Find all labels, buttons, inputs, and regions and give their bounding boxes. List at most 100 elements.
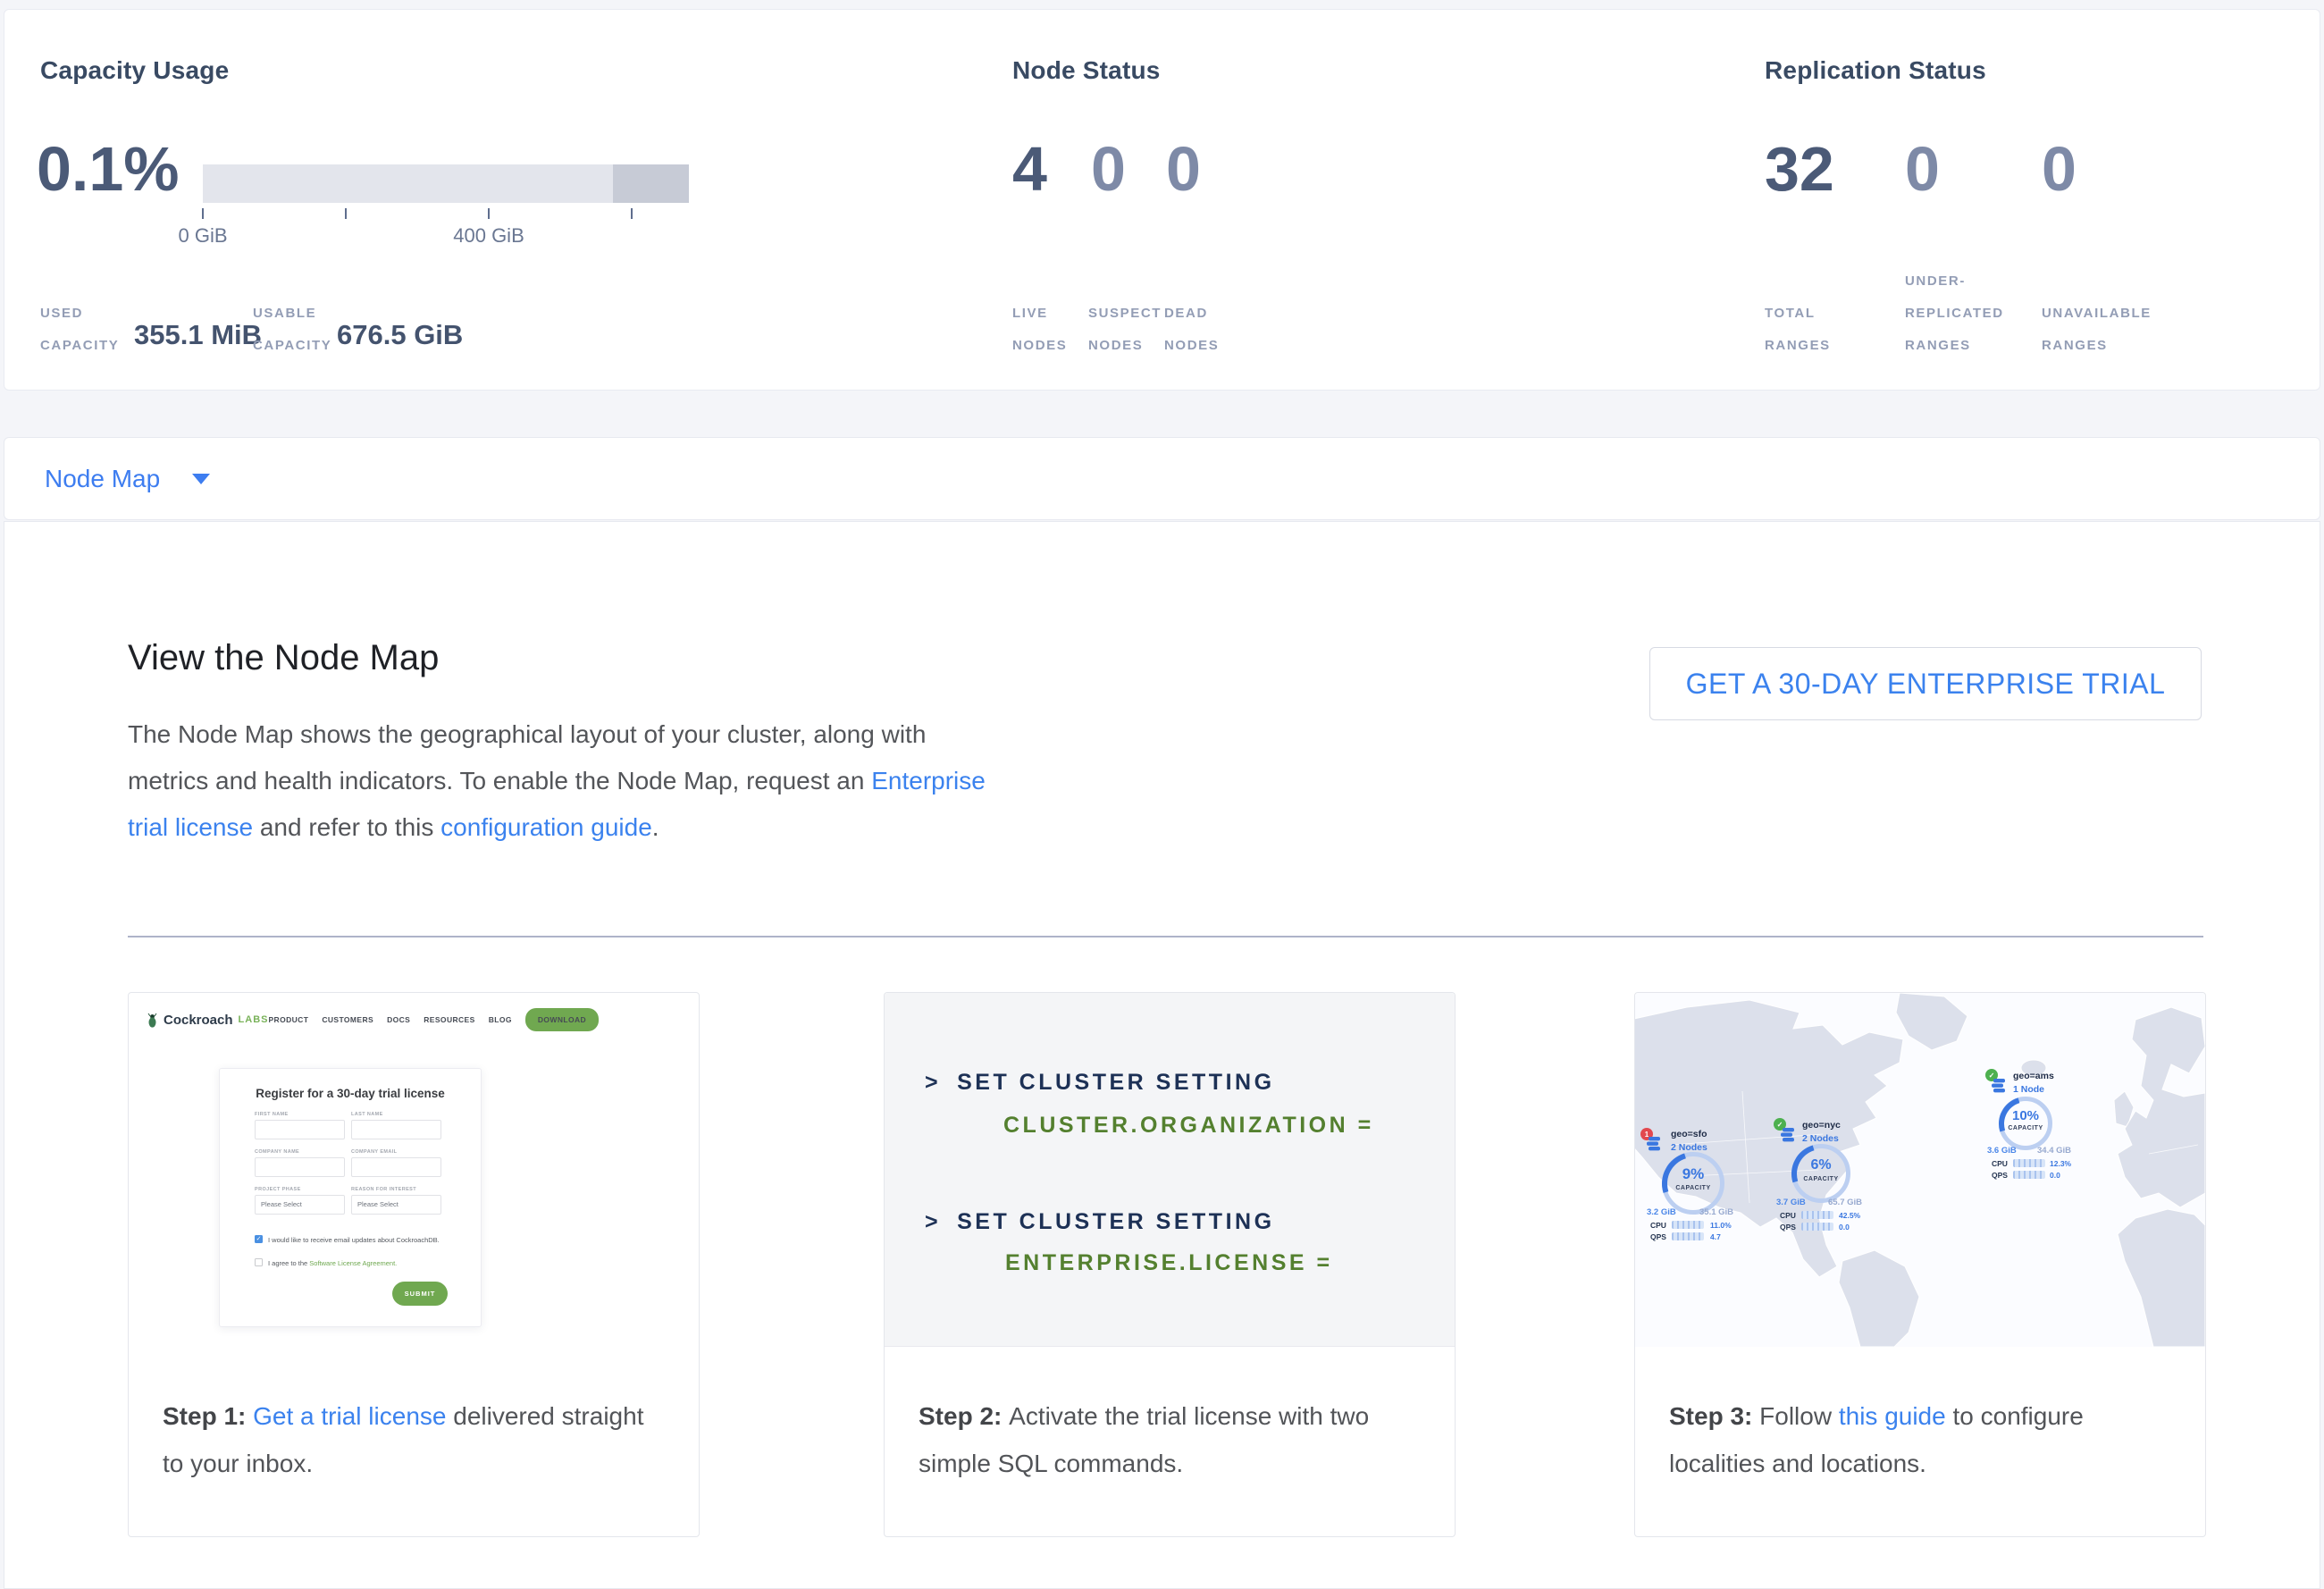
total-ranges-label: TOTAL RANGES <box>1765 298 1831 362</box>
field-label: FIRST NAME <box>255 1112 289 1117</box>
promo-line-3-end: . <box>652 813 659 841</box>
qps-sparkline <box>1801 1223 1833 1231</box>
sql-setting: ENTERPRISE.LICENSE = <box>1005 1250 1333 1276</box>
cluster-summary-bar: Capacity Usage 0.1% 0 GiB 400 GiB USED C… <box>4 9 2320 391</box>
promo-description: The Node Map shows the geographical layo… <box>128 711 1003 851</box>
axis-tick <box>631 208 633 219</box>
axis-tick <box>202 208 204 219</box>
node-status-title: Node Status <box>1012 56 1161 85</box>
locality-node-count: 2 Nodes <box>1671 1142 1707 1153</box>
capacity-percent: 9% <box>1662 1165 1724 1183</box>
text-input <box>351 1157 441 1177</box>
capacity-percent: 6% <box>1791 1157 1850 1173</box>
cpu-value: 11.0% <box>1710 1221 1732 1230</box>
step-3-caption: Step 3: Follow this guide to configure l… <box>1635 1348 2205 1536</box>
step-number: Step 3: <box>1669 1402 1759 1430</box>
capacity-total-gib: 35.1 GiB <box>1699 1207 1733 1217</box>
sql-setting: CLUSTER.ORGANIZATION = <box>1003 1113 1374 1139</box>
cpu-label: CPU <box>1780 1211 1796 1220</box>
field-label: COMPANY EMAIL <box>351 1149 397 1155</box>
axis-tick-label: 0 GiB <box>149 224 256 248</box>
capacity-used-percent: 0.1% <box>37 133 180 205</box>
cpu-sparkline <box>1672 1221 1704 1229</box>
agree-text: I agree to the <box>268 1259 309 1267</box>
used-capacity-value: 355.1 MiB <box>134 319 262 351</box>
sql-statement: SET CLUSTER SETTING <box>957 1209 1274 1234</box>
field-label: REASON FOR INTEREST <box>351 1187 416 1192</box>
promo-line-3: and refer to this <box>253 813 440 841</box>
step-number: Step 1: <box>163 1402 253 1430</box>
locality-name: geo=ams <box>2013 1071 2054 1081</box>
under-replicated-label: UNDER- REPLICATED RANGES <box>1905 265 2004 362</box>
axis-tick-label: 400 GiB <box>435 224 542 248</box>
cpu-sparkline <box>2013 1159 2045 1167</box>
qps-value: 4.7 <box>1710 1232 1721 1241</box>
configuration-guide-link[interactable]: configuration guide <box>440 813 652 841</box>
get-trial-license-link[interactable]: Get a trial license <box>253 1402 446 1430</box>
capacity-label: CAPACITY <box>1662 1185 1724 1191</box>
unavailable-count: 0 <box>2042 133 2076 205</box>
capacity-label: CAPACITY <box>1791 1176 1850 1182</box>
capacity-total-gib: 34.4 GiB <box>2037 1146 2071 1156</box>
text-input <box>351 1120 441 1139</box>
replication-status-title: Replication Status <box>1765 56 1986 85</box>
suspect-nodes-count: 0 <box>1091 133 1126 205</box>
get-enterprise-trial-button[interactable]: GET A 30-DAY ENTERPRISE TRIAL <box>1649 647 2202 720</box>
promo-line-1: The Node Map shows the geographical layo… <box>128 720 926 748</box>
node-map-promo-panel: View the Node Map The Node Map shows the… <box>4 521 2320 1589</box>
sql-statement: SET CLUSTER SETTING <box>957 1070 1274 1095</box>
enterprise-trial-license-link[interactable]: Enterprise <box>871 767 986 794</box>
cockroach-labs-logo: Cockroach LABS <box>147 1013 268 1028</box>
text-input <box>255 1157 345 1177</box>
axis-tick <box>488 208 490 219</box>
step-2-card: > SET CLUSTER SETTING CLUSTER.ORGANIZATIO… <box>884 992 1456 1537</box>
used-capacity-label: USED CAPACITY <box>40 298 119 362</box>
form-title: Register for a 30-day trial license <box>220 1087 481 1100</box>
view-selector-dropdown[interactable]: Node Map <box>4 437 2320 520</box>
total-ranges-count: 32 <box>1765 133 1834 205</box>
cpu-value: 12.3% <box>2050 1159 2071 1168</box>
cpu-label: CPU <box>1650 1221 1666 1230</box>
promo-line-2: metrics and health indicators. To enable… <box>128 767 871 794</box>
dead-nodes-label: DEAD NODES <box>1164 298 1219 362</box>
locality-name: geo=nyc <box>1802 1120 1841 1131</box>
suspect-nodes-label: SUSPECT NODES <box>1088 298 1162 362</box>
checkbox-label: I would like to receive email updates ab… <box>268 1236 465 1244</box>
database-icon <box>1992 1079 2007 1093</box>
usable-capacity-label: USABLE CAPACITY <box>253 298 331 362</box>
select-input: Please Select <box>255 1195 345 1215</box>
locality-node-count: 2 Nodes <box>1802 1133 1839 1144</box>
qps-sparkline <box>2013 1171 2045 1179</box>
checkbox-unchecked <box>255 1258 263 1266</box>
qps-label: QPS <box>1780 1223 1796 1232</box>
chevron-down-icon[interactable] <box>192 474 210 484</box>
sql-prompt: > <box>925 1209 941 1234</box>
section-divider <box>128 936 2203 937</box>
sql-commands-image: > SET CLUSTER SETTING CLUSTER.ORGANIZATIO… <box>885 993 1455 1347</box>
checkbox-checked: ✓ <box>255 1235 263 1243</box>
capacity-used-gib: 3.6 GiB <box>1987 1146 2017 1156</box>
field-label: COMPANY NAME <box>255 1149 299 1155</box>
enterprise-trial-license-link[interactable]: trial license <box>128 813 253 841</box>
this-guide-link[interactable]: this guide <box>1839 1402 1946 1430</box>
database-icon <box>1781 1128 1796 1142</box>
site-nav-item: CUSTOMERS <box>322 1015 373 1024</box>
step-3-card: 1 geo=sfo 2 Nodes 9% CAPACITY 3.2 GiB 35… <box>1634 992 2206 1537</box>
cockroach-icon <box>147 1013 158 1028</box>
dead-nodes-count: 0 <box>1166 133 1201 205</box>
qps-sparkline <box>1672 1232 1704 1240</box>
site-nav: PRODUCT CUSTOMERS DOCS RESOURCES BLOG DO… <box>268 1008 599 1031</box>
database-icon <box>1647 1137 1662 1151</box>
live-nodes-label: LIVE NODES <box>1012 298 1067 362</box>
locality-node-count: 1 Node <box>2013 1084 2044 1095</box>
select-input: Please Select <box>351 1195 441 1215</box>
under-replicated-count: 0 <box>1905 133 1940 205</box>
cpu-value: 42.5% <box>1839 1211 1860 1220</box>
capacity-used-gib: 3.2 GiB <box>1647 1207 1676 1217</box>
step-text: Follow <box>1759 1402 1839 1430</box>
node-map-preview-image: 1 geo=sfo 2 Nodes 9% CAPACITY 3.2 GiB 35… <box>1635 993 2205 1347</box>
view-selector-label[interactable]: Node Map <box>45 465 160 493</box>
license-agreement-link: Software License Agreement. <box>309 1259 397 1267</box>
field-label: LAST NAME <box>351 1112 383 1117</box>
cpu-label: CPU <box>1992 1159 2008 1168</box>
